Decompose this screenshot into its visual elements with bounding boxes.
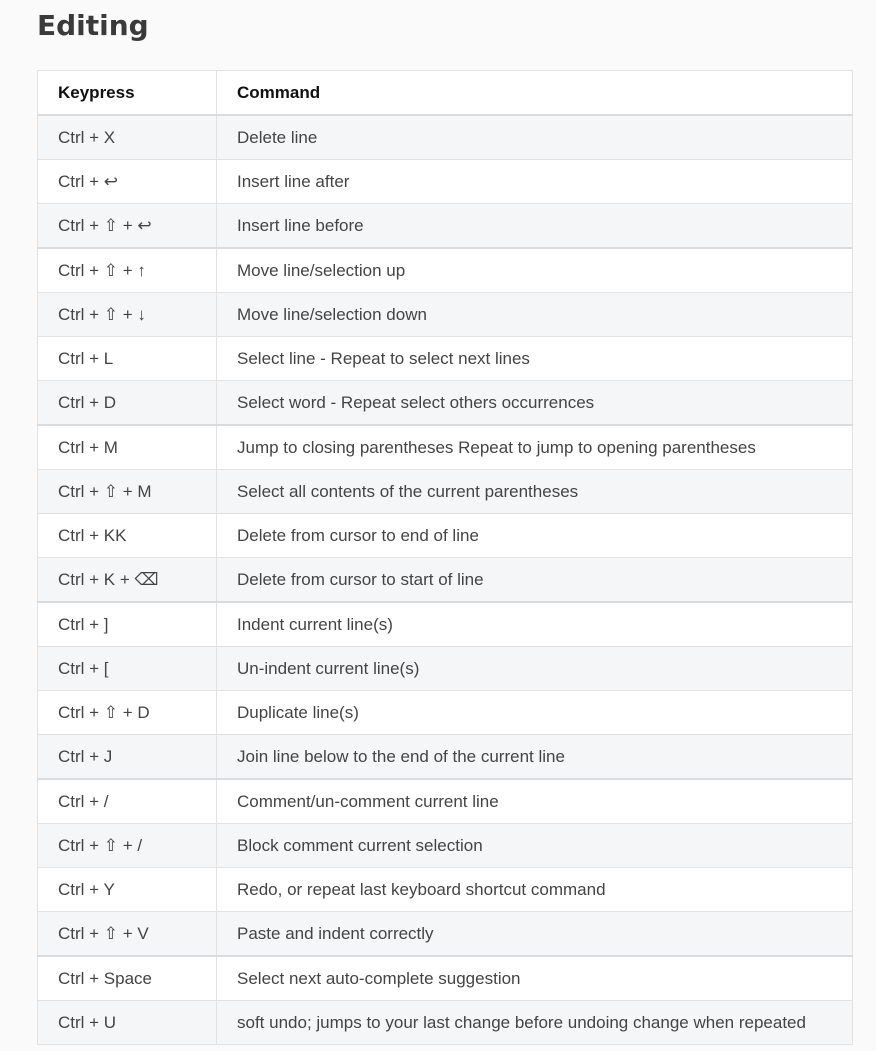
table-row: Ctrl + J Join line below to the end of t… xyxy=(37,734,853,780)
table-row: Ctrl + ⇧ + M Select all contents of the … xyxy=(37,469,853,514)
command-cell: Duplicate line(s) xyxy=(216,690,853,735)
table-row: Ctrl + X Delete line xyxy=(37,114,853,160)
command-cell: Jump to closing parentheses Repeat to ju… xyxy=(216,424,853,470)
command-cell: Paste and indent correctly xyxy=(216,911,853,957)
table-row: Ctrl + ⇧ + D Duplicate line(s) xyxy=(37,690,853,735)
section-title: Editing xyxy=(37,9,149,42)
command-cell: soft undo; jumps to your last change bef… xyxy=(216,1000,853,1045)
command-cell: Select word - Repeat select others occur… xyxy=(216,380,853,426)
table-row: Ctrl + ⇧ + / Block comment current selec… xyxy=(37,823,853,868)
keypress-cell: Ctrl + K + ⌫ xyxy=(37,557,217,603)
command-cell: Delete line xyxy=(216,114,853,160)
table-row: Ctrl + U soft undo; jumps to your last c… xyxy=(37,1000,853,1045)
command-cell: Delete from cursor to start of line xyxy=(216,557,853,603)
keypress-cell: Ctrl + J xyxy=(37,734,217,780)
keypress-cell: Ctrl + D xyxy=(37,380,217,426)
table-row: Ctrl + / Comment/un-comment current line xyxy=(37,778,853,824)
table-row: Ctrl + ↩ Insert line after xyxy=(37,159,853,204)
command-cell: Select all contents of the current paren… xyxy=(216,469,853,514)
command-cell: Indent current line(s) xyxy=(216,601,853,647)
keypress-cell: Ctrl + KK xyxy=(37,513,217,558)
command-cell: Insert line before xyxy=(216,203,853,249)
command-cell: Block comment current selection xyxy=(216,823,853,868)
keypress-cell: Ctrl + ⇧ + D xyxy=(37,690,217,735)
table-row: Ctrl + ⇧ + ↩ Insert line before xyxy=(37,203,853,249)
table-row: Ctrl + [ Un-indent current line(s) xyxy=(37,646,853,691)
column-header-command: Command xyxy=(216,70,853,116)
keypress-cell: Ctrl + / xyxy=(37,778,217,824)
keypress-cell: Ctrl + ⇧ + M xyxy=(37,469,217,514)
keypress-cell: Ctrl + [ xyxy=(37,646,217,691)
command-cell: Move line/selection down xyxy=(216,292,853,337)
table-row: Ctrl + L Select line - Repeat to select … xyxy=(37,336,853,381)
column-header-keypress: Keypress xyxy=(37,70,217,116)
keypress-cell: Ctrl + ] xyxy=(37,601,217,647)
command-cell: Move line/selection up xyxy=(216,247,853,293)
keypress-cell: Ctrl + ↩ xyxy=(37,159,217,204)
table-row: Ctrl + ⇧ + ↑ Move line/selection up xyxy=(37,247,853,293)
command-cell: Un-indent current line(s) xyxy=(216,646,853,691)
keypress-cell: Ctrl + ⇧ + / xyxy=(37,823,217,868)
keypress-cell: Ctrl + X xyxy=(37,114,217,160)
keypress-cell: Ctrl + L xyxy=(37,336,217,381)
command-cell: Redo, or repeat last keyboard shortcut c… xyxy=(216,867,853,912)
command-cell: Comment/un-comment current line xyxy=(216,778,853,824)
shortcut-table: Keypress Command Ctrl + X Delete line Ct… xyxy=(37,70,853,1045)
table-row: Ctrl + ⇧ + V Paste and indent correctly xyxy=(37,911,853,957)
keypress-cell: Ctrl + ⇧ + V xyxy=(37,911,217,957)
command-cell: Delete from cursor to end of line xyxy=(216,513,853,558)
keypress-cell: Ctrl + ⇧ + ↑ xyxy=(37,247,217,293)
table-row: Ctrl + ⇧ + ↓ Move line/selection down xyxy=(37,292,853,337)
keypress-cell: Ctrl + ⇧ + ↓ xyxy=(37,292,217,337)
command-cell: Select next auto-complete suggestion xyxy=(216,955,853,1001)
command-cell: Select line - Repeat to select next line… xyxy=(216,336,853,381)
command-cell: Join line below to the end of the curren… xyxy=(216,734,853,780)
table-row: Ctrl + KK Delete from cursor to end of l… xyxy=(37,513,853,558)
keypress-cell: Ctrl + Space xyxy=(37,955,217,1001)
table-row: Ctrl + M Jump to closing parentheses Rep… xyxy=(37,424,853,470)
table-row: Ctrl + K + ⌫ Delete from cursor to start… xyxy=(37,557,853,603)
table-row: Ctrl + Space Select next auto-complete s… xyxy=(37,955,853,1001)
keypress-cell: Ctrl + U xyxy=(37,1000,217,1045)
table-row: Ctrl + Y Redo, or repeat last keyboard s… xyxy=(37,867,853,912)
table-row: Ctrl + D Select word - Repeat select oth… xyxy=(37,380,853,426)
command-cell: Insert line after xyxy=(216,159,853,204)
table-row: Ctrl + ] Indent current line(s) xyxy=(37,601,853,647)
table-header-row: Keypress Command xyxy=(37,70,853,116)
keypress-cell: Ctrl + M xyxy=(37,424,217,470)
keypress-cell: Ctrl + ⇧ + ↩ xyxy=(37,203,217,249)
keypress-cell: Ctrl + Y xyxy=(37,867,217,912)
